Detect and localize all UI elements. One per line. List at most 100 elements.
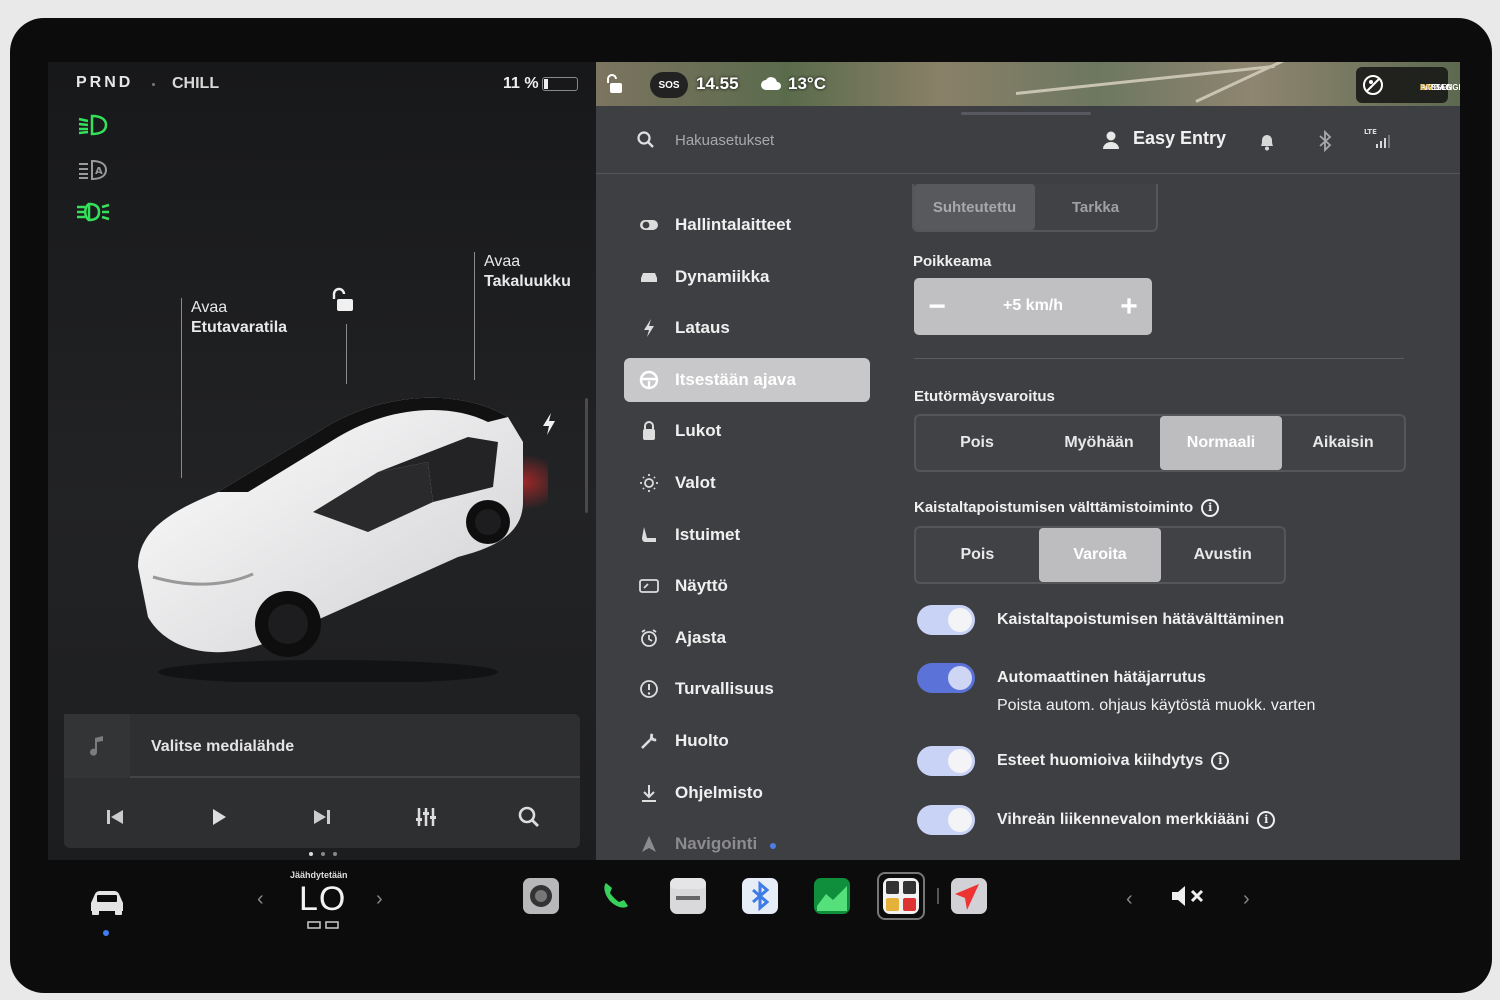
equalizer-icon[interactable] [411,804,441,830]
map-road [1195,62,1342,103]
climate-increase-chevron[interactable]: › [376,888,383,911]
battery-icon [542,77,578,91]
nav-item-label: Lataus [675,318,730,338]
gear-indicator: PRND [76,74,134,91]
display-mode-selector: Suhteutettu Tarkka [912,184,1158,232]
airbag-icon [1363,75,1383,95]
car-panel: PRND CHILL 11 % A Avaa Etutavaratila Ava… [48,62,596,860]
toybox-app-icon[interactable] [883,878,919,914]
unlock-icon[interactable] [330,287,358,315]
section-divider [914,358,1404,359]
nav-item-huolto[interactable]: Huolto [624,719,870,763]
fcw-option-myöhään[interactable]: Myöhään [1038,416,1160,470]
toggle-switch[interactable] [917,805,975,835]
nav-item-ohjelmisto[interactable]: Ohjelmisto [624,771,870,815]
nav-item-valot[interactable]: Valot [624,461,870,505]
volume-up-chevron[interactable]: › [1243,888,1250,911]
toggle-switch[interactable] [917,605,975,635]
seat-heater-icon[interactable] [306,920,340,932]
info-icon[interactable]: i [1201,499,1220,518]
low-beam-icon[interactable] [76,112,110,138]
nav-item-itsestään-ajava[interactable]: Itsestään ajava [624,357,870,402]
forward-collision-label: Etutörmäysvaroitus [914,388,1055,405]
battery-percent: 11 % [503,75,539,92]
nav-item-label: Istuimet [675,524,741,544]
calendar-app-icon[interactable] [670,878,706,914]
page-dot [321,852,325,856]
toggle-knob [948,608,972,632]
panel-scroll-indicator [585,398,588,513]
play-icon[interactable] [204,804,234,830]
wrench-icon [638,731,660,751]
nav-item-turvallisuus[interactable]: Turvallisuus [624,667,870,711]
display-mode-option-suhteutettu[interactable]: Suhteutettu [914,184,1035,230]
previous-track-icon[interactable] [100,804,130,830]
mode-separator [152,83,155,86]
map-strip[interactable]: SOS 14.55 13°C PASSENGERAIRBAG ON [596,62,1460,106]
nav-item-istuimet[interactable]: Istuimet [624,513,870,557]
search-input[interactable]: Hakuasetukset [675,132,774,149]
lane-option-pois[interactable]: Pois [916,528,1039,582]
car-3d-model[interactable] [128,362,548,682]
car-icon[interactable] [88,888,126,916]
lane-option-varoita[interactable]: Varoita [1038,528,1162,582]
toggle-switch[interactable] [917,746,975,776]
climate-decrease-chevron[interactable]: ‹ [257,888,264,911]
driver-profile-button[interactable]: Easy Entry [1133,128,1226,149]
fcw-option-normaali[interactable]: Normaali [1160,416,1282,470]
drive-mode: CHILL [172,75,220,92]
cloud-icon [761,77,781,90]
nav-item-lataus[interactable]: Lataus [624,306,870,350]
navigation-icon [638,834,660,854]
media-player: Valitse medialähde [64,714,580,848]
increase-offset-button[interactable]: + [1112,290,1146,324]
energy-app-icon[interactable] [814,878,850,914]
volume-down-chevron[interactable]: ‹ [1126,888,1133,911]
dock-separator [937,888,939,904]
toggle-knob [948,749,972,773]
bluetooth-app-icon[interactable] [742,878,778,914]
frunk-label: Etutavaratila [191,319,288,336]
download-icon [638,783,660,803]
next-track-icon[interactable] [307,804,337,830]
lane-option-avustin[interactable]: Avustin [1161,528,1284,582]
unlocked-status-icon [607,74,622,93]
display-mode-option-tarkka[interactable]: Tarkka [1035,184,1156,230]
nav-item-ajasta[interactable]: Ajasta [624,616,870,660]
info-icon[interactable]: i [1211,752,1230,770]
mute-icon[interactable] [1170,884,1206,908]
toggle-label: Kaistaltapoistumisen hätävälttäminen [997,611,1284,629]
trunk-open-button[interactable]: Avaa Takaluukku [484,252,571,292]
nav-item-lukot[interactable]: Lukot [624,409,870,453]
camera-app-icon[interactable] [523,878,559,914]
fog-light-icon[interactable] [76,199,110,225]
toggle-switch[interactable] [917,663,975,693]
display-icon [638,576,660,596]
nav-item-dynamiikka[interactable]: Dynamiikka [624,255,870,299]
lock-icon [638,421,660,441]
sos-label: SOS [658,79,680,91]
bluetooth-icon[interactable] [1318,130,1332,152]
nav-item-label: Näyttö [675,576,728,596]
frunk-open-button[interactable]: Avaa Etutavaratila [191,298,287,338]
fcw-option-pois[interactable]: Pois [916,416,1038,470]
media-source-row[interactable]: Valitse medialähde [64,714,580,778]
update-dot [770,843,776,850]
nav-item-hallintalaitteet[interactable]: Hallintalaitteet [624,203,870,247]
auto-headlight-icon[interactable]: A [76,157,110,183]
sos-badge[interactable]: SOS [650,72,688,98]
bell-icon[interactable] [1258,132,1276,152]
media-source-label: Valitse medialähde [151,738,295,755]
media-search-icon[interactable] [514,804,544,830]
fcw-option-aikaisin[interactable]: Aikaisin [1282,416,1404,470]
climate-temperature[interactable]: LO [299,880,346,919]
lte-signal-icon: LTE [1364,128,1390,148]
navigation-app-icon[interactable] [951,878,987,914]
alert-icon [638,679,660,699]
nav-item-label: Ajasta [675,627,727,647]
info-icon[interactable]: i [1257,811,1276,829]
nav-item-näyttö[interactable]: Näyttö [624,564,870,608]
phone-app-icon[interactable] [598,878,634,914]
nav-item-navigointi[interactable]: Navigointi [624,822,870,860]
sun-icon [638,473,660,493]
